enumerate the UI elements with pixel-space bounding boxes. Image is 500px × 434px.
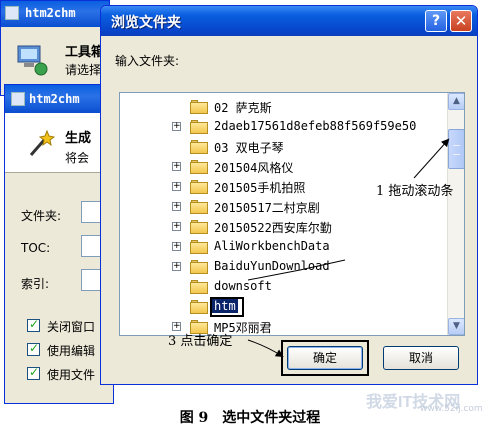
folder-label: 20150522西安库尔勤	[214, 221, 332, 235]
expand-icon[interactable]: +	[172, 222, 181, 231]
background-window-1-titlebar[interactable]: htm2chm	[1, 1, 109, 27]
app-icon	[11, 92, 25, 106]
folder-label: 02 萨克斯	[214, 101, 272, 115]
generate-subtitle: 将会	[65, 151, 90, 165]
tree-scrollbar[interactable]: ▲ ▼	[447, 93, 464, 335]
generate-title: 生成	[65, 131, 92, 146]
folder-icon	[190, 240, 208, 254]
toc-field-label: TOC:	[21, 241, 51, 255]
background-window-2-titlebar[interactable]: htm2chm	[5, 85, 113, 113]
folder-item[interactable]: downsoft	[120, 277, 450, 297]
folder-label: 2daeb17561d8efeb88f569f59e50	[214, 119, 417, 133]
folder-icon	[190, 160, 208, 174]
index-field-label: 索引:	[21, 277, 50, 291]
folder-item[interactable]: + BaiduYunDownload	[120, 257, 450, 277]
dialog-title: 浏览文件夹	[111, 15, 181, 31]
folder-tree[interactable]: 02 萨克斯 +2daeb17561d8efeb88f569f59e50 03 双电…	[119, 92, 465, 336]
folder-icon	[190, 280, 208, 294]
use-editor-checkbox[interactable]	[27, 341, 40, 356]
use-file-checkbox[interactable]	[27, 365, 40, 380]
toolbox-subtitle: 请选择	[65, 63, 102, 77]
scroll-up-button[interactable]: ▲	[448, 93, 464, 110]
ok-button[interactable]: 确定	[287, 346, 363, 370]
folder-label: downsoft	[214, 279, 272, 293]
folder-item[interactable]: +201504风格仪	[120, 157, 450, 177]
background-window-1-title: htm2chm	[25, 6, 76, 20]
folder-label: 201504风格仪	[214, 161, 294, 175]
folder-icon	[190, 100, 208, 114]
use-editor-label: 使用编辑	[47, 344, 96, 358]
folder-icon	[190, 200, 208, 214]
folder-label: 03 双电子琴	[214, 141, 284, 155]
folder-item[interactable]: + AliWorkbenchData	[120, 237, 450, 257]
folder-icon	[190, 220, 208, 234]
folder-prompt-label: 输入文件夹:	[115, 54, 180, 68]
expand-icon[interactable]: +	[172, 262, 181, 271]
background-window-2-title: htm2chm	[29, 92, 80, 106]
close-button[interactable]: ✕	[450, 10, 472, 32]
folder-icon	[190, 140, 208, 154]
folder-icon	[190, 260, 208, 274]
folder-field-label: 文件夹:	[21, 209, 62, 223]
scroll-down-button[interactable]: ▼	[448, 318, 464, 335]
selection-highlight-box	[210, 297, 244, 317]
folder-icon	[190, 120, 208, 134]
expand-icon[interactable]: +	[172, 122, 181, 131]
ok-annotation: 3 点击确定	[168, 334, 233, 349]
background-window-2: htm2chm 生成 将会 文件夹: TOC: 索引: 关闭窗口 使用编辑 使用…	[4, 84, 121, 404]
cancel-button[interactable]: 取消	[383, 346, 459, 370]
folder-item[interactable]: +20150522西安库尔勤	[120, 217, 450, 237]
folder-item[interactable]: +2daeb17561d8efeb88f569f59e50	[120, 117, 450, 137]
folder-label: 201505手机拍照	[214, 181, 306, 195]
folder-icon	[190, 180, 208, 194]
magic-wand-icon	[29, 129, 55, 156]
close-window-label: 关闭窗口	[47, 320, 96, 334]
expand-icon[interactable]: +	[172, 162, 181, 171]
toolbox-title: 工具箱	[65, 45, 105, 60]
folder-item[interactable]: 02 萨克斯	[120, 97, 450, 117]
use-file-label: 使用文件	[47, 368, 96, 382]
expand-icon[interactable]: +	[172, 202, 181, 211]
scroll-annotation: 1 拖动滚动条	[376, 184, 454, 199]
folder-label: BaiduYunDownload	[214, 259, 330, 273]
figure-caption: 图 9 选中文件夹过程	[179, 410, 321, 426]
background-window-1: htm2chm 工具箱 请选择	[0, 0, 110, 96]
close-window-checkbox[interactable]	[27, 317, 40, 332]
expand-icon[interactable]: +	[172, 182, 181, 191]
expand-icon[interactable]: +	[172, 242, 181, 251]
help-button[interactable]: ?	[425, 10, 447, 32]
app-icon	[5, 6, 19, 20]
scroll-thumb[interactable]	[448, 129, 464, 169]
folder-label: AliWorkbenchData	[214, 239, 330, 253]
folder-item[interactable]: 03 双电子琴	[120, 137, 450, 157]
computer-icon	[17, 45, 48, 76]
generate-header: 生成 将会	[5, 113, 113, 173]
folder-item[interactable]: +20150517二村京剧	[120, 197, 450, 217]
folder-icon	[190, 300, 208, 314]
folder-item-selected[interactable]: htm	[120, 297, 450, 317]
folder-label: 20150517二村京剧	[214, 201, 320, 215]
dialog-titlebar[interactable]: 浏览文件夹 ? ✕	[101, 6, 477, 36]
